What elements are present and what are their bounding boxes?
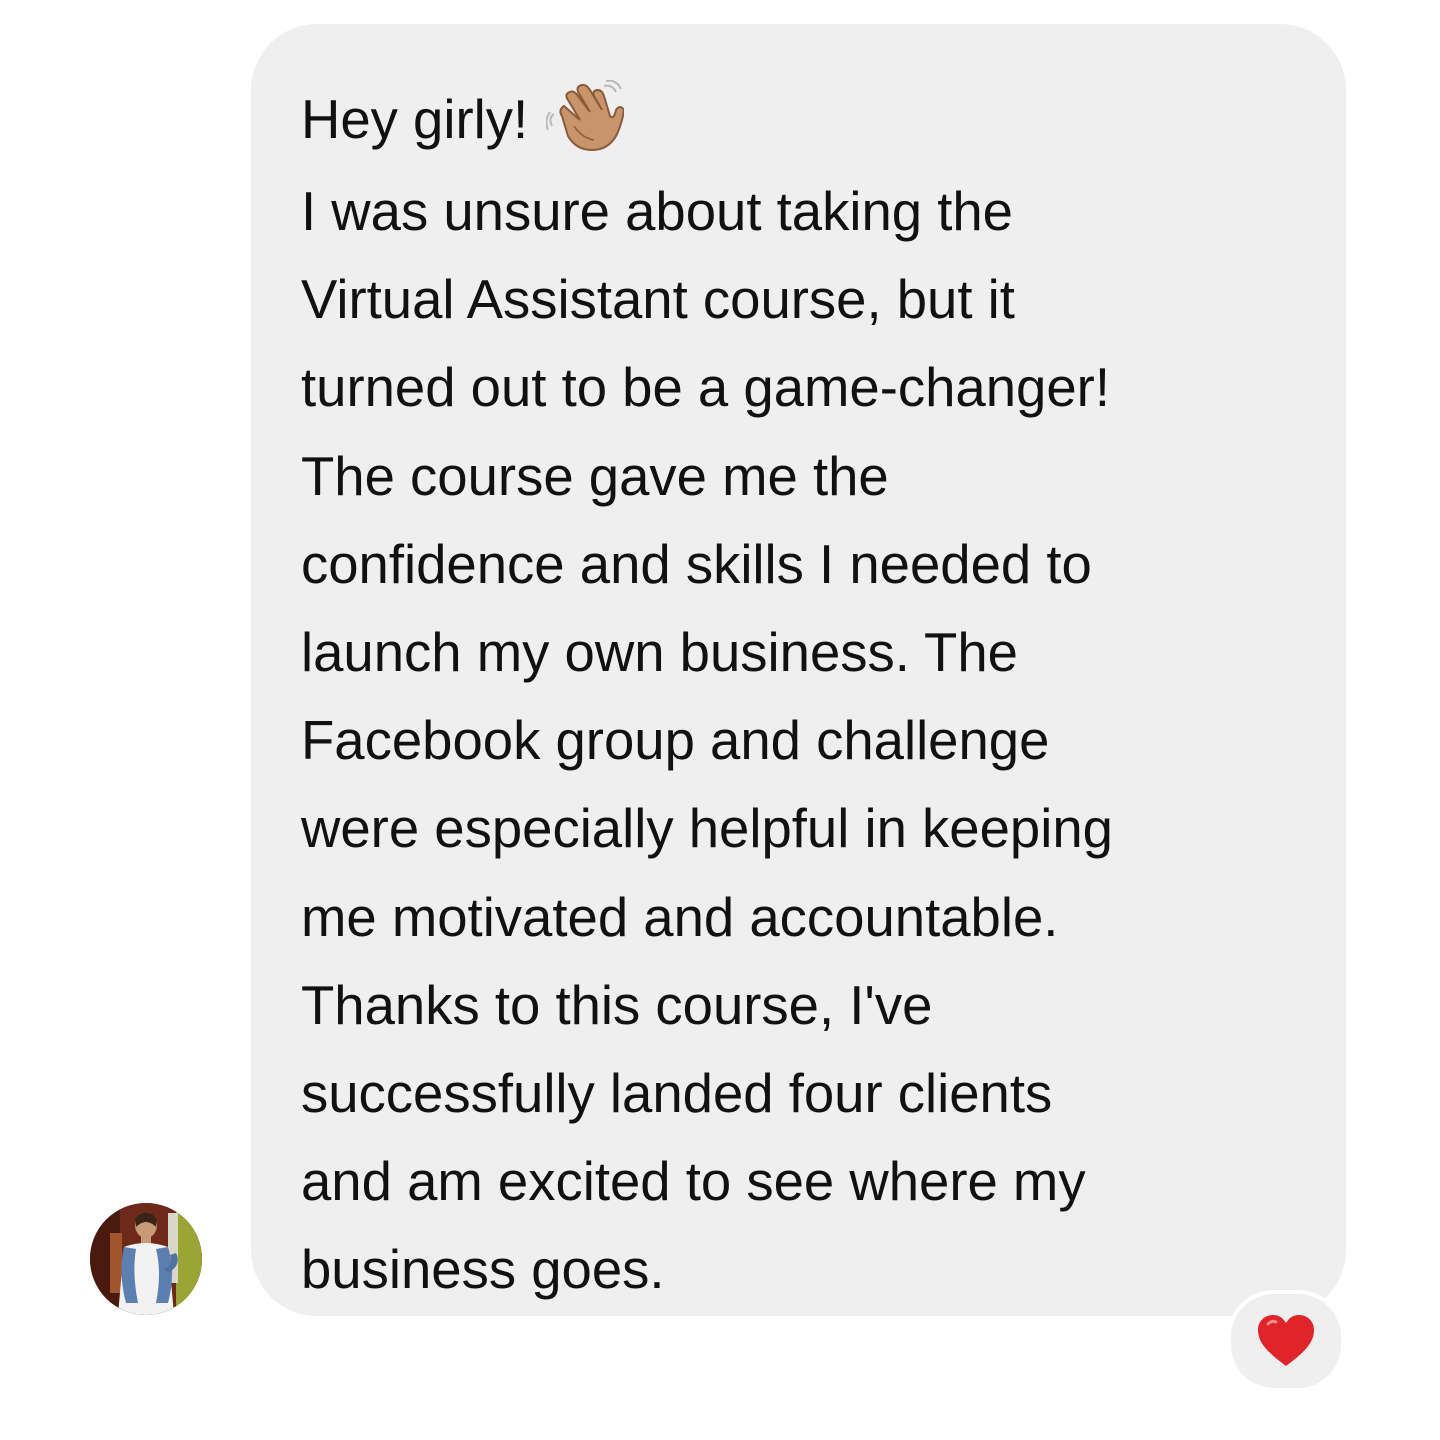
waving-hand-icon [545, 79, 626, 164]
message-line: Virtual Assistant course, but it [301, 269, 1015, 331]
message-line: I was unsure about taking the [301, 181, 1013, 242]
message-line: business goes. [301, 1239, 665, 1301]
message-row: Hey girly! I was unsure about taking the… [0, 0, 1440, 1440]
message-line: successfully landed four clients [301, 1063, 1053, 1125]
red-heart-icon [1258, 1315, 1314, 1366]
message-line: Thanks to this course, I've [301, 974, 933, 1036]
message-line: The course gave me the [301, 445, 889, 507]
message-line: were especially helpful in keeping [301, 798, 1113, 860]
message-line: Hey girly! [301, 79, 1306, 152]
message-line: and am excited to see where my [301, 1151, 1086, 1213]
sender-avatar[interactable] [90, 1203, 202, 1315]
message-bubble[interactable]: Hey girly! I was unsure about taking the… [251, 24, 1346, 1316]
message-line: turned out to be a game-changer! [301, 357, 1110, 419]
message-line: launch my own business. The [301, 622, 1018, 684]
reaction-badge[interactable] [1227, 1290, 1345, 1392]
avatar-photo [90, 1203, 202, 1315]
message-line: me motivated and accountable. [301, 886, 1059, 948]
message-line: Facebook group and challenge [301, 710, 1050, 772]
message-line: confidence and skills I needed to [301, 533, 1092, 595]
message-line-text: Hey girly! [301, 89, 529, 150]
